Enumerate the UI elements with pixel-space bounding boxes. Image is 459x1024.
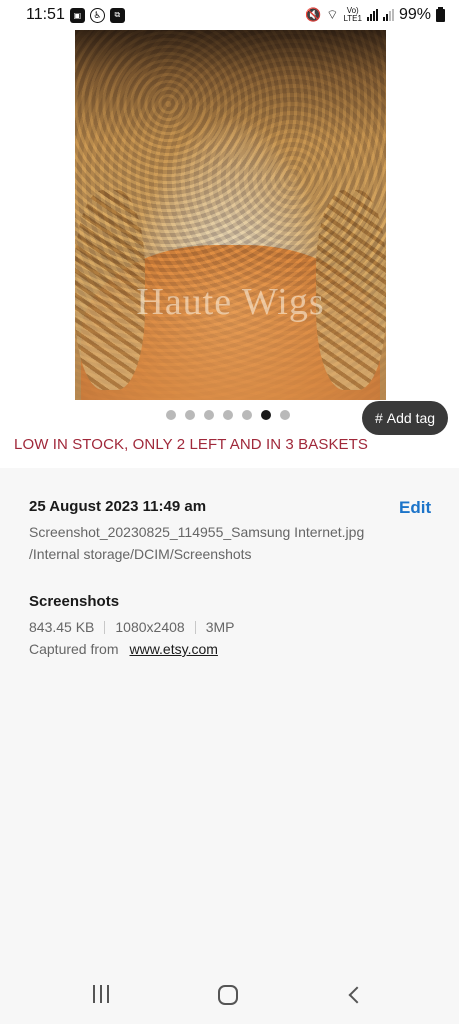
file-megapixels: 3MP [205,619,235,635]
home-icon [218,985,238,1005]
battery-percent: 99% [398,6,431,23]
file-meta: 843.45 KB 1080x2408 3MP [29,619,234,635]
volte-icon: Vo) LTE1 [343,6,362,23]
file-resolution: 1080x2408 [115,619,185,635]
recent-apps-icon [93,985,95,1003]
file-path: /Internal storage/DCIM/Screenshots [29,546,252,562]
page-dot[interactable] [242,410,252,420]
page-dot-active[interactable] [261,410,271,420]
page-dot[interactable] [204,410,214,420]
mute-icon: 🔇 [305,7,322,22]
gallery-notification-icon: ▣ [69,7,85,23]
page-dot[interactable] [280,410,290,420]
add-tag-label: Add tag [386,410,436,426]
wig-hair [75,30,386,400]
back-button[interactable] [345,985,369,1005]
stock-notice: LOW IN STOCK, ONLY 2 LEFT AND IN 3 BASKE… [14,436,369,453]
wifi-icon: ⌔ [326,7,339,22]
accessibility-notification-icon: ♿ [89,7,105,23]
page-dot[interactable] [223,410,233,420]
meta-divider [104,620,106,634]
page-dot[interactable] [166,410,176,420]
page-dot[interactable] [185,410,195,420]
captured-from-link[interactable]: www.etsy.com [129,641,217,657]
album-name[interactable]: Screenshots [29,593,119,610]
status-left: 11:51 ▣ ♿ ⧉ [26,6,125,24]
details-panel: 25 August 2023 11:49 am Edit Screenshot_… [0,468,459,964]
status-bar: 11:51 ▣ ♿ ⧉ 🔇 ⌔ Vo) LTE1 99% [0,0,459,30]
status-right: 🔇 ⌔ Vo) LTE1 99% [305,6,445,24]
captured-from: Captured from www.etsy.com [29,641,218,657]
product-photo[interactable]: Haute Wigs [75,30,386,400]
file-name: Screenshot_20230825_114955_Samsung Inter… [29,524,365,540]
status-time: 11:51 [26,6,65,23]
signal-icon-sim1 [366,9,378,21]
file-size: 843.45 KB [29,619,95,635]
capture-date: 25 August 2023 11:49 am [29,498,207,515]
edit-button[interactable]: Edit [399,498,431,518]
navigation-bar [0,964,459,1024]
recent-apps-button[interactable] [89,985,113,1005]
back-icon [348,986,366,1004]
home-button[interactable] [218,985,242,1005]
image-page-indicator[interactable] [166,410,290,420]
hash-icon: # [374,410,383,426]
signal-icon-sim2 [382,9,394,21]
meta-divider [194,620,196,634]
photo-watermark: Haute Wigs [136,281,325,323]
battery-icon [436,6,445,22]
screenshot-notification-icon: ⧉ [109,7,125,23]
add-tag-button[interactable]: # Add tag [362,401,448,435]
captured-from-label: Captured from [29,641,119,657]
